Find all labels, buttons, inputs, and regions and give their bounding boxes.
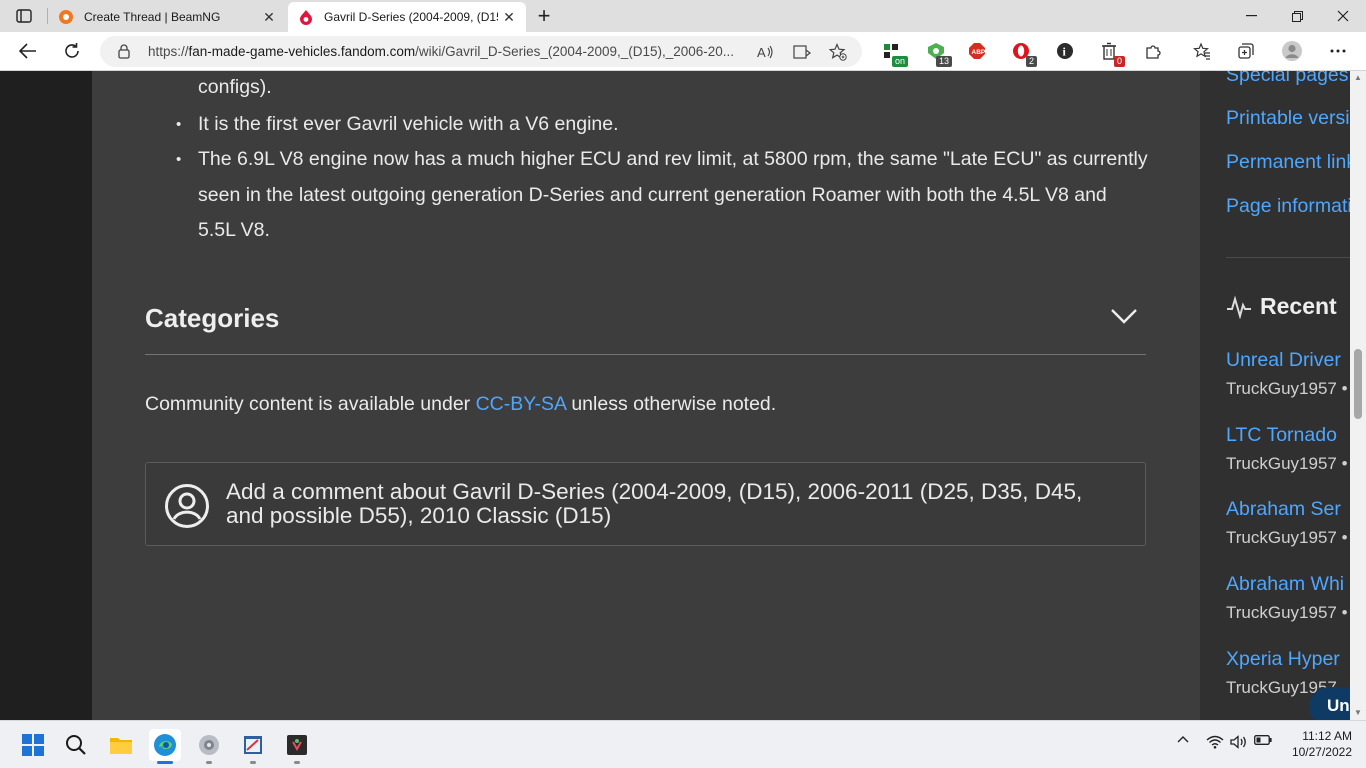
refresh-button[interactable] [58,38,86,64]
minimize-button[interactable] [1228,0,1274,32]
extension-badge: on [891,56,908,67]
favorites-icon[interactable] [1191,40,1213,62]
adblock-icon[interactable]: ABP [966,40,988,62]
lock-icon[interactable] [118,44,130,64]
read-aloud-icon[interactable]: A [755,41,777,63]
browser-toolbar: https://fan-made-game-vehicles.fandom.co… [0,32,1366,71]
back-button[interactable] [14,38,42,64]
recent-item-title[interactable]: Abraham Ser [1226,498,1341,521]
scroll-up-icon[interactable]: ▲ [1354,73,1362,82]
add-comment-box[interactable]: Add a comment about Gavril D-Series (200… [145,462,1146,546]
tab-create-thread[interactable]: Create Thread | BeamNG ✕ [48,2,286,32]
scrollbar-thumb[interactable] [1354,349,1362,419]
add-comment-prompt: Add a comment about Gavril D-Series (200… [226,479,1083,528]
favorite-star-icon[interactable] [827,41,849,63]
game-app-icon[interactable] [281,729,313,761]
bullet-icon: • [176,151,182,168]
url-text: https://fan-made-game-vehicles.fandom.co… [148,44,735,59]
app-indicator [250,761,256,764]
recent-item-title[interactable]: LTC Tornado [1226,424,1337,447]
app-indicator [206,761,212,764]
address-bar[interactable]: https://fan-made-game-vehicles.fandom.co… [100,36,862,67]
cc-by-sa-link[interactable]: CC-BY-SA [476,393,566,415]
close-window-button[interactable] [1320,0,1366,32]
bullet-icon: • [176,115,182,133]
tray-chevron-up-icon[interactable] [1174,735,1192,743]
page-scrollbar[interactable]: ▲ ▼ [1350,71,1366,720]
scroll-down-icon[interactable]: ▼ [1354,708,1362,717]
svg-text:A: A [757,45,766,60]
recent-item-user[interactable]: TruckGuy1957 • [1226,379,1348,399]
svg-text:ABP: ABP [972,49,986,56]
recent-item-user[interactable]: TruckGuy1957 • [1226,454,1348,474]
new-tab-button[interactable]: + [532,3,556,28]
immersive-reader-icon[interactable] [791,41,813,63]
recent-item-user[interactable]: TruckGuy1957 • [1226,603,1348,623]
rail-link-special-pages[interactable]: Special pages [1226,71,1349,87]
categories-section[interactable]: Categories [145,291,1146,355]
file-explorer-icon[interactable] [105,729,137,761]
recent-item-title[interactable]: Unreal Driver [1226,349,1341,372]
tab-strip: Create Thread | BeamNG ✕ Gavril D-Series… [0,0,1366,32]
recent-item-user[interactable]: TruckGuy1957 • [1226,528,1348,548]
rail-link-printable-version[interactable]: Printable version [1226,107,1350,130]
tab-actions-icon[interactable] [8,4,40,28]
recent-changes-heading: Recent [1226,293,1337,320]
collections-icon[interactable] [1235,40,1257,62]
rail-divider [1226,257,1350,258]
rail-link-page-information[interactable]: Page information [1226,195,1350,218]
system-clock[interactable]: 11:12 AM 10/27/2022 [1268,728,1352,760]
opera-extension-icon[interactable]: 2 [1010,40,1037,67]
recent-item-title[interactable]: Xperia Hyper [1226,648,1340,671]
tab-title: Create Thread | BeamNG [84,10,221,24]
article-bullet-list: • It is the first ever Gavril vehicle wit… [176,107,1148,249]
activity-icon [1227,294,1251,319]
dock-extension-icon[interactable]: on [881,40,908,67]
clock-time: 11:12 AM [1302,729,1352,743]
extension-badge: 13 [935,56,952,67]
clock-date: 10/27/2022 [1291,745,1352,759]
app-indicator [294,761,300,764]
tab-title: Gavril D-Series (2004-2009, (D15 [324,10,498,24]
tab-gavril-d-series[interactable]: Gavril D-Series (2004-2009, (D15 ✕ [288,2,526,32]
article-content: configs). • It is the first ever Gavril v… [92,71,1200,720]
trash-extension-icon[interactable]: 0 [1098,40,1125,67]
edge-icon[interactable] [149,729,181,761]
windows-taskbar: 11:12 AM 10/27/2022 [0,720,1366,768]
tab-separator [47,8,48,24]
license-notice: Community content is available under CC-… [145,393,777,415]
paint-app-icon[interactable] [237,729,269,761]
article-fragment: configs). [198,76,272,98]
list-item: • The 6.9L V8 engine now has a much highe… [176,142,1148,249]
beamng-favicon-icon [58,9,74,25]
restore-button[interactable] [1274,0,1320,32]
recent-item-title[interactable]: Abraham Whi [1226,573,1344,596]
extension-badge: 2 [1025,56,1037,67]
settings-more-icon[interactable] [1327,40,1349,62]
rail-link-permanent-link[interactable]: Permanent link [1226,151,1350,174]
wifi-icon[interactable] [1205,735,1225,749]
web-page: configs). • It is the first ever Gavril v… [0,71,1366,720]
media-app-icon[interactable] [193,729,225,761]
right-rail: Special pages Printable version Permanen… [1200,71,1350,720]
user-avatar-icon [164,483,210,534]
start-icon[interactable] [17,729,49,761]
chevron-down-icon[interactable] [1110,307,1138,330]
search-icon[interactable] [60,729,92,761]
fandom-favicon-icon [298,9,314,25]
article-body: configs). • It is the first ever Gavril v… [176,71,1148,249]
close-tab-icon[interactable]: ✕ [498,6,520,28]
vpn-extension-icon[interactable]: 13 [925,40,952,67]
extension-badge: 0 [1113,56,1125,67]
close-tab-icon[interactable]: ✕ [258,6,280,28]
profile-avatar-icon[interactable] [1281,40,1303,62]
info-extension-icon[interactable]: i [1054,40,1076,62]
list-item: • It is the first ever Gavril vehicle wit… [176,107,1148,143]
extensions-puzzle-icon[interactable] [1142,40,1164,62]
volume-icon[interactable] [1229,735,1249,749]
active-app-indicator [157,761,173,764]
categories-title: Categories [145,303,280,333]
